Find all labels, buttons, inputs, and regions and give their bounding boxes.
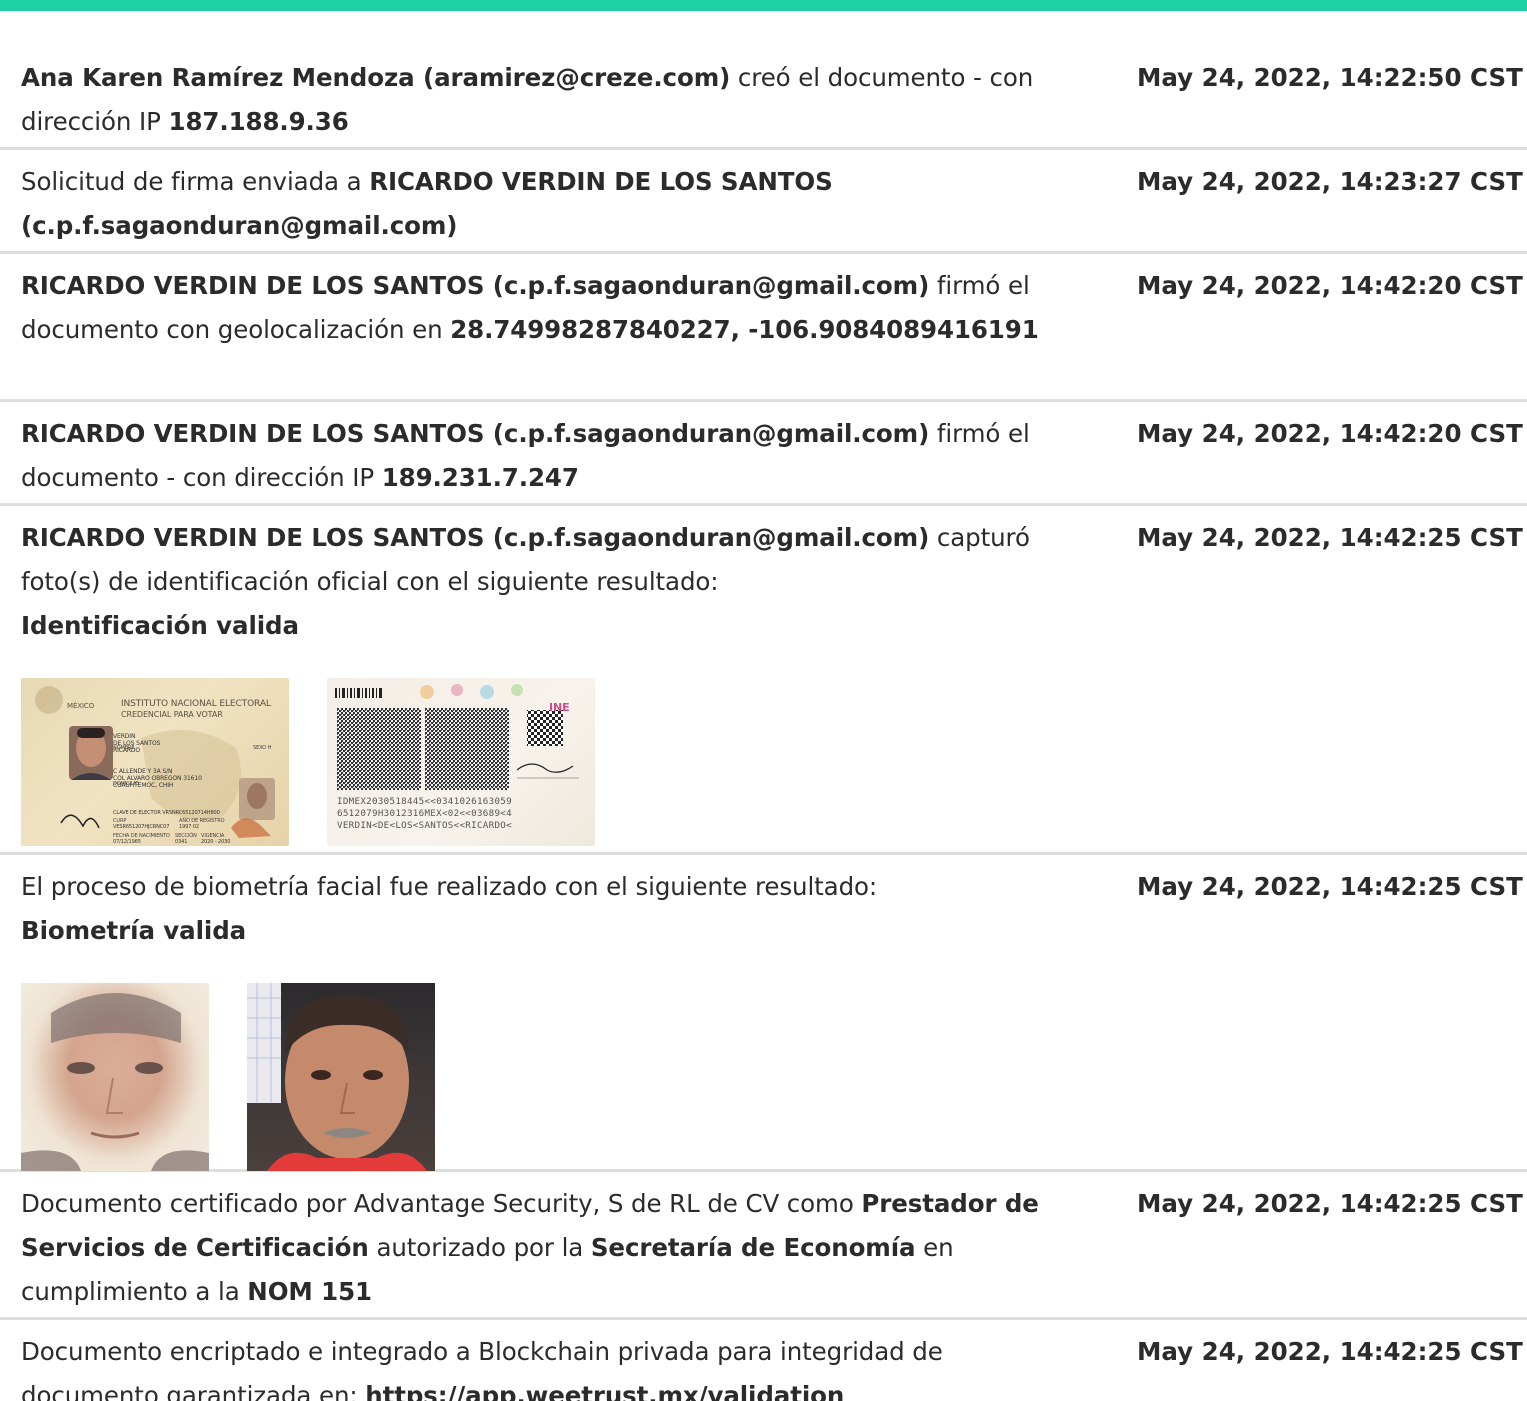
log-entry-timestamp: May 24, 2022, 14:23:27 CST [1137,167,1523,196]
id-name: VERDIN DE LOS SANTOS RICARDO [113,733,160,754]
action-text: Documento certificado por Advantage Secu… [21,1189,862,1218]
actor-name: Ana Karen Ramírez Mendoza (aramirez@crez… [21,63,731,92]
signer-name: RICARDO VERDIN DE LOS SANTOS (c.p.f.saga… [21,523,930,552]
id-credential: CREDENCIAL PARA VOTAR [121,710,223,719]
audit-log: Ana Karen Ramírez Mendoza (aramirez@crez… [0,46,1527,1401]
log-entry-timestamp: May 24, 2022, 14:22:50 CST [1137,63,1523,92]
log-entry-description: RICARDO VERDIN DE LOS SANTOS (c.p.f.saga… [21,516,1071,846]
id-name-line: DE LOS SANTOS [113,740,161,747]
log-entry: Documento encriptado e integrado a Block… [0,1320,1527,1401]
id-country: MÉXICO [67,702,95,710]
log-entry: RICARDO VERDIN DE LOS SANTOS (c.p.f.saga… [0,506,1527,855]
action-text: Solicitud de firma enviada a [21,167,370,196]
id-card-back-image: INE IDMEX2030518445<<0341026163059 65120… [327,678,595,846]
log-entry: RICARDO VERDIN DE LOS SANTOS (c.p.f.saga… [0,402,1527,506]
authority: Secretaría de Economía [590,1233,916,1262]
biometric-photos [21,983,1071,1171]
accent-top-bar [0,0,1527,11]
validation-link[interactable]: https://app.weetrust.mx/validation [365,1381,844,1401]
log-entry: Ana Karen Ramírez Mendoza (aramirez@crez… [0,46,1527,150]
log-entry-description: Ana Karen Ramírez Mendoza (aramirez@crez… [21,56,1071,137]
id-name-line: RICARDO [113,747,141,754]
log-entry: RICARDO VERDIN DE LOS SANTOS (c.p.f.saga… [0,254,1527,402]
biometric-result: Biometría valida [21,916,247,945]
log-entry: El proceso de biometría facial fue reali… [0,855,1527,1172]
log-entry-description: Documento encriptado e integrado a Block… [21,1330,1071,1401]
log-entry-timestamp: May 24, 2022, 14:42:25 CST [1137,1337,1523,1366]
id-sex: SEXO H [253,745,272,751]
log-entry-timestamp: May 24, 2022, 14:42:25 CST [1137,523,1523,552]
mrz-line: 6512079H3012316MEX<02<<03689<4 [337,808,512,819]
signer-name: RICARDO VERDIN DE LOS SANTOS (c.p.f.saga… [21,419,930,448]
log-entry-timestamp: May 24, 2022, 14:42:20 CST [1137,271,1523,300]
id-face-art [21,993,209,1171]
id-address-line: COL ALVARO OBREGON 31610 [113,775,202,782]
id-address: C ALLENDE Y 3A S/N COL ALVARO OBREGON 31… [113,768,202,789]
signer-name: RICARDO VERDIN DE LOS SANTOS (c.p.f.saga… [21,271,930,300]
selfie-photo [247,983,435,1171]
ip-address: 187.188.9.36 [168,107,349,136]
id-name-line: VERDIN [113,733,136,740]
id-validity: 2020 - 2030 [201,839,231,845]
log-entry-description: El proceso de biometría facial fue reali… [21,865,1071,1171]
log-entry-description: RICARDO VERDIN DE LOS SANTOS (c.p.f.saga… [21,264,1071,389]
id-photos: MÉXICO INSTITUTO NACIONAL ELECTORAL CRED… [21,678,1071,846]
id-face-photo [21,983,209,1171]
id-result: Identificación valida [21,611,299,640]
log-entry-description: Documento certificado por Advantage Secu… [21,1182,1071,1307]
mrz-line: IDMEX2030518445<<0341026163059 [337,796,512,807]
norm: NOM 151 [247,1277,372,1306]
log-entry: Solicitud de firma enviada a RICARDO VER… [0,150,1527,254]
id-mrz: IDMEX2030518445<<0341026163059 6512079H3… [337,796,512,832]
id-section: 0341 [175,839,188,845]
mrz-line: VERDIN<DE<LOS<SANTOS<<RICARDO< [337,820,512,831]
id-birth: 07/12/1965 [113,839,141,845]
action-text: El proceso de biometría facial fue reali… [21,872,878,901]
log-entry: Documento certificado por Advantage Secu… [0,1172,1527,1320]
log-entry-description: Solicitud de firma enviada a RICARDO VER… [21,160,1071,241]
id-address-line: C ALLENDE Y 3A S/N [113,768,173,775]
log-entry-description: RICARDO VERDIN DE LOS SANTOS (c.p.f.saga… [21,412,1071,493]
log-entry-timestamp: May 24, 2022, 14:42:25 CST [1137,872,1523,901]
log-entry-timestamp: May 24, 2022, 14:42:20 CST [1137,419,1523,448]
action-text: autorizado por la [368,1233,591,1262]
selfie-art [247,983,427,1171]
log-entry-timestamp: May 24, 2022, 14:42:25 CST [1137,1189,1523,1218]
id-address-line: CUAUHTEMOC, CHIH [113,782,174,789]
geolocation: 28.74998287840227, -106.9084089416191 [450,315,1039,344]
ine-logo: INE [549,701,570,714]
ip-address: 189.231.7.247 [381,463,579,492]
id-card-front-image: MÉXICO INSTITUTO NACIONAL ELECTORAL CRED… [21,678,289,846]
